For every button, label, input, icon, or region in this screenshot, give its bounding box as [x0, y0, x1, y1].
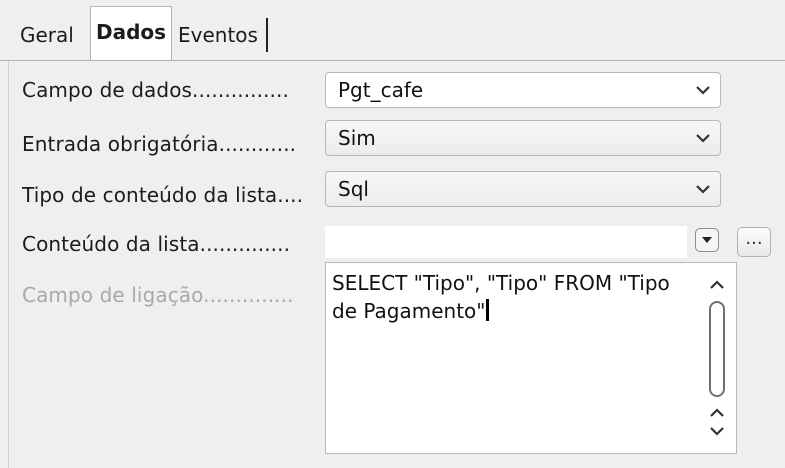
- list-content-label: Conteúdo da lista..............: [22, 232, 291, 256]
- chevron-down-icon[interactable]: [708, 425, 726, 439]
- data-field-label: Campo de dados...............: [22, 78, 289, 102]
- chevron-up-icon[interactable]: [708, 405, 726, 419]
- list-content-dropdown-button[interactable]: [695, 228, 719, 252]
- input-required-label: Entrada obrigatória............: [22, 132, 297, 156]
- list-content-input[interactable]: [325, 226, 687, 258]
- tab-geral[interactable]: Geral: [20, 12, 74, 58]
- chevron-down-icon: [696, 185, 710, 194]
- bound-field-label: Campo de ligação..............: [22, 283, 294, 307]
- list-content-type-combo[interactable]: Sql: [325, 171, 721, 207]
- sql-text: SELECT "Tipo", "Tipo" FROM "Tipo de Paga…: [332, 271, 677, 323]
- tab-eventos[interactable]: Eventos: [178, 18, 268, 52]
- scrollbar-thumb[interactable]: [709, 301, 725, 397]
- dropdown-arrow-icon: [702, 237, 712, 243]
- input-required-combo[interactable]: Sim: [325, 120, 721, 156]
- data-field-combo[interactable]: Pgt_cafe: [325, 72, 721, 108]
- input-required-value: Sim: [338, 126, 376, 150]
- tab-bar: Geral Dados Eventos: [0, 0, 785, 63]
- properties-panel: Geral Dados Eventos Campo de dados......…: [0, 0, 785, 468]
- tab-dados[interactable]: Dados: [90, 6, 173, 63]
- vertical-scrollbar[interactable]: [704, 269, 732, 449]
- list-content-browse-button[interactable]: ...: [737, 227, 771, 257]
- data-field-value: Pgt_cafe: [338, 78, 424, 102]
- list-content-type-value: Sql: [338, 177, 369, 201]
- chevron-down-icon: [696, 86, 710, 95]
- list-content-type-label: Tipo de conteúdo da lista....: [22, 183, 304, 207]
- text-caret: [486, 299, 490, 321]
- chevron-up-icon[interactable]: [708, 277, 726, 291]
- sql-editor[interactable]: SELECT "Tipo", "Tipo" FROM "Tipo de Paga…: [325, 262, 737, 454]
- chevron-down-icon: [696, 134, 710, 143]
